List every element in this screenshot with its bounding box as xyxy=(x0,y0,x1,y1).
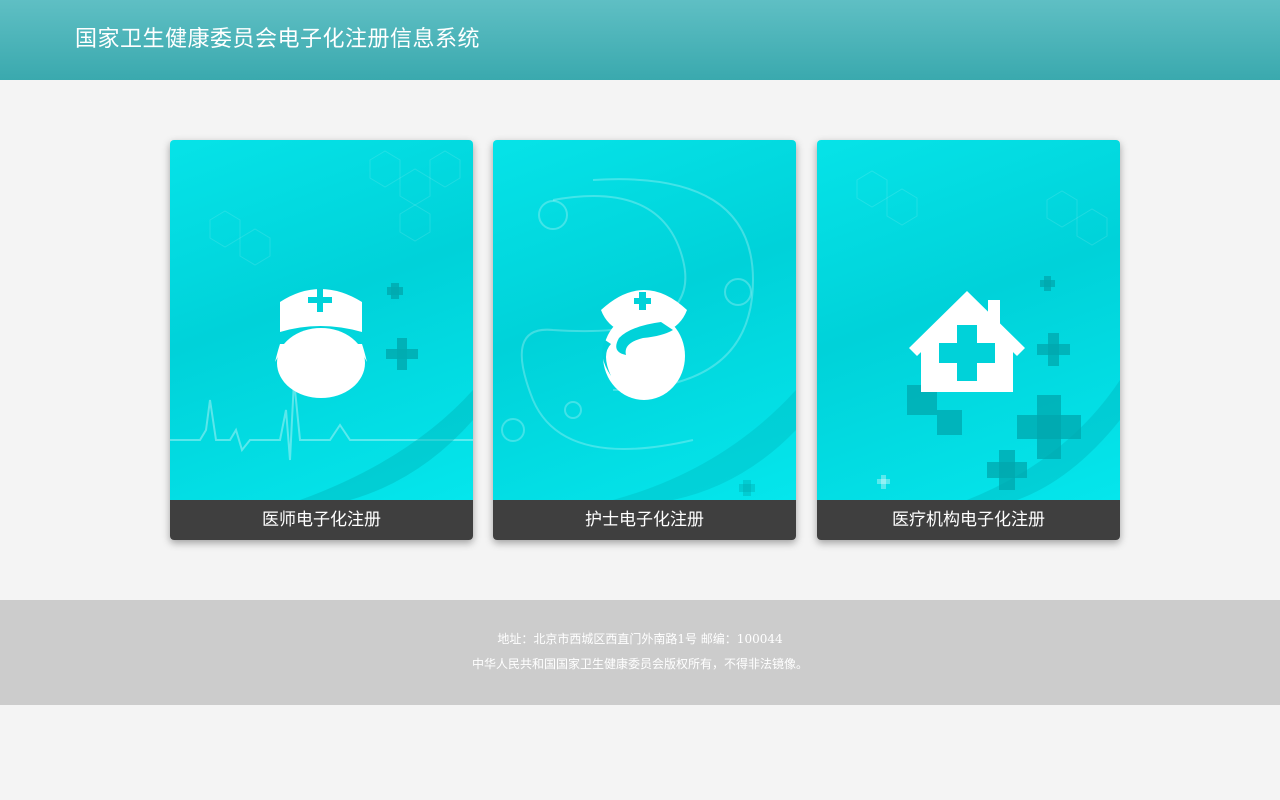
nurse-card-art xyxy=(493,140,796,500)
doctor-icon xyxy=(275,288,367,398)
hospital-icon xyxy=(909,291,1025,392)
institution-card-art xyxy=(817,140,1120,500)
institution-registration-label: 医疗机构电子化注册 xyxy=(817,500,1120,540)
registration-cards: 医师电子化注册 护士电子化注册 医疗机构电子化注册 xyxy=(170,140,1120,540)
institution-registration-card[interactable]: 医疗机构电子化注册 xyxy=(817,140,1120,540)
nurse-registration-label: 护士电子化注册 xyxy=(493,500,796,540)
site-header: 国家卫生健康委员会电子化注册信息系统 xyxy=(0,0,1280,80)
footer-address: 地址：北京市西城区西直门外南路1号 邮编：100044 xyxy=(497,632,783,646)
doctor-registration-card[interactable]: 医师电子化注册 xyxy=(170,140,473,540)
nurse-registration-card[interactable]: 护士电子化注册 xyxy=(493,140,796,540)
doctor-registration-label: 医师电子化注册 xyxy=(170,500,473,540)
site-title: 国家卫生健康委员会电子化注册信息系统 xyxy=(75,27,481,52)
footer-copyright: 中华人民共和国国家卫生健康委员会版权所有，不得非法镜像。 xyxy=(471,657,808,671)
site-footer: 地址：北京市西城区西直门外南路1号 邮编：100044 中华人民共和国国家卫生健… xyxy=(0,600,1280,705)
nurse-icon xyxy=(601,290,687,400)
doctor-card-art xyxy=(170,140,473,500)
